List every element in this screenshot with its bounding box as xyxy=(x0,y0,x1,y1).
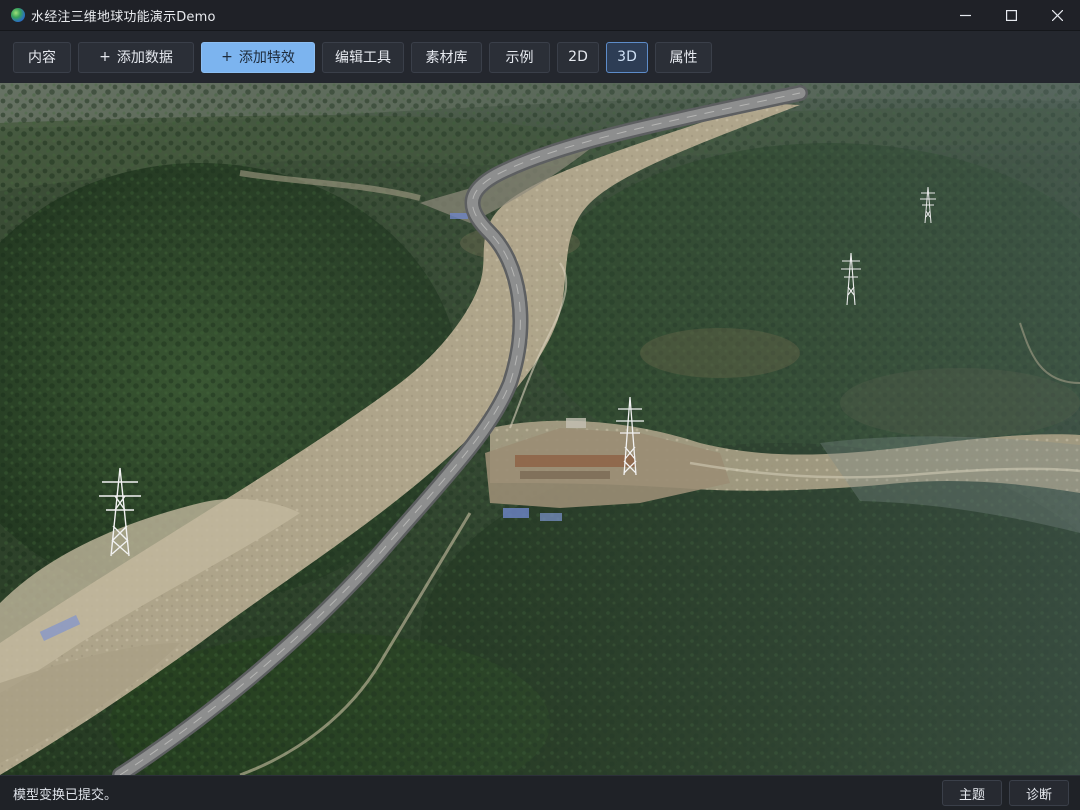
power-tower-icon[interactable] xyxy=(840,251,862,307)
status-actions: 主题 诊断 xyxy=(935,780,1069,806)
view-2d-button[interactable]: 2D xyxy=(557,41,599,73)
add-effect-button[interactable]: + 添加特效 xyxy=(201,41,315,73)
plus-icon: + xyxy=(221,49,233,65)
edit-tools-button-label: 编辑工具 xyxy=(335,50,391,66)
globe-icon xyxy=(11,8,25,22)
status-bar: 模型变换已提交。 主题 诊断 xyxy=(0,775,1080,810)
view-2d-button-label: 2D xyxy=(568,49,588,65)
satellite-terrain xyxy=(0,83,1080,775)
title-bar: 水经注三维地球功能演示Demo xyxy=(0,0,1080,31)
map-viewport[interactable] xyxy=(0,83,1080,775)
properties-button-label: 属性 xyxy=(669,50,698,66)
minimize-button[interactable] xyxy=(942,0,988,31)
add-effect-button-label: 添加特效 xyxy=(238,50,295,66)
content-button[interactable]: 内容 xyxy=(13,41,71,73)
examples-button[interactable]: 示例 xyxy=(489,41,550,73)
window-title: 水经注三维地球功能演示Demo xyxy=(31,9,216,25)
plus-icon: + xyxy=(99,49,111,65)
add-data-button[interactable]: + 添加数据 xyxy=(78,41,194,73)
power-tower-icon[interactable] xyxy=(919,185,937,225)
maximize-button[interactable] xyxy=(988,0,1034,31)
theme-button-label: 主题 xyxy=(958,787,985,803)
properties-button[interactable]: 属性 xyxy=(655,41,712,73)
power-tower-icon[interactable] xyxy=(615,395,645,477)
material-library-button-label: 素材库 xyxy=(425,50,468,66)
maximize-icon xyxy=(1005,10,1017,21)
view-3d-button[interactable]: 3D xyxy=(606,41,648,73)
close-button[interactable] xyxy=(1034,0,1080,31)
diagnose-button-label: 诊断 xyxy=(1025,787,1052,803)
content-button-label: 内容 xyxy=(28,50,56,66)
add-data-button-label: 添加数据 xyxy=(116,50,173,66)
view-3d-button-label: 3D xyxy=(617,49,637,65)
examples-button-label: 示例 xyxy=(505,50,534,66)
status-message: 模型变换已提交。 xyxy=(13,787,118,803)
main-toolbar: 内容 + 添加数据 + 添加特效 编辑工具 素材库 示例 2D 3D 属性 xyxy=(0,31,1080,83)
material-library-button[interactable]: 素材库 xyxy=(411,41,482,73)
close-icon xyxy=(1051,10,1063,21)
diagnose-button[interactable]: 诊断 xyxy=(1008,780,1069,806)
power-tower-icon[interactable] xyxy=(97,466,143,558)
theme-button[interactable]: 主题 xyxy=(941,780,1002,806)
edit-tools-button[interactable]: 编辑工具 xyxy=(322,41,404,73)
minimize-icon xyxy=(959,14,971,17)
window-controls xyxy=(942,0,1080,31)
